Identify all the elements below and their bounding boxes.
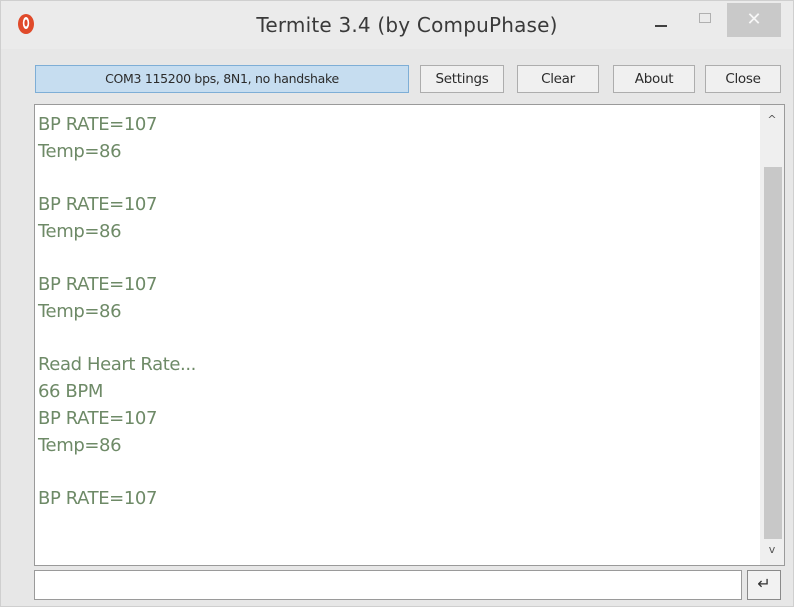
output-line: BP RATE=107 <box>38 194 158 215</box>
termite-window: Termite 3.4 (by CompuPhase) ✕ COM3 11520… <box>0 0 794 607</box>
output-line: Temp=86 <box>38 221 122 242</box>
output-line: 66 BPM <box>38 381 103 402</box>
title-bar[interactable]: Termite 3.4 (by CompuPhase) ✕ <box>1 1 793 49</box>
clear-button[interactable]: Clear <box>517 65 599 93</box>
command-input[interactable] <box>34 570 742 600</box>
enter-icon: ↵ <box>757 574 771 593</box>
scroll-thumb[interactable] <box>764 167 782 539</box>
settings-button[interactable]: Settings <box>420 65 504 93</box>
close-window-button[interactable]: ✕ <box>727 3 781 37</box>
send-button[interactable]: ↵ <box>747 570 781 600</box>
vertical-scrollbar[interactable]: ^ v <box>760 105 784 565</box>
output-line: BP RATE=107 <box>38 488 158 509</box>
port-status-button[interactable]: COM3 115200 bps, 8N1, no handshake <box>35 65 409 93</box>
chevron-up-icon: ^ <box>767 113 777 126</box>
output-line: Temp=86 <box>38 141 122 162</box>
output-text: BP RATE=107 Temp=86 BP RATE=107 Temp=86 … <box>38 111 758 512</box>
scroll-down-button[interactable]: v <box>760 539 784 565</box>
output-line: Temp=86 <box>38 301 122 322</box>
toolbar: COM3 115200 bps, 8N1, no handshake Setti… <box>1 61 793 101</box>
output-line: Temp=86 <box>38 435 122 456</box>
maximize-button[interactable] <box>689 1 721 39</box>
scroll-up-button[interactable]: ^ <box>760 105 784 135</box>
minimize-button[interactable] <box>641 1 681 39</box>
close-button[interactable]: Close <box>705 65 781 93</box>
output-line: Read Heart Rate... <box>38 354 197 375</box>
close-icon: ✕ <box>746 9 762 30</box>
chevron-down-icon: v <box>768 543 776 556</box>
output-line: BP RATE=107 <box>38 274 158 295</box>
output-line: BP RATE=107 <box>38 114 158 135</box>
serial-output-area[interactable]: BP RATE=107 Temp=86 BP RATE=107 Temp=86 … <box>34 104 785 566</box>
about-button[interactable]: About <box>613 65 695 93</box>
output-line: BP RATE=107 <box>38 408 158 429</box>
